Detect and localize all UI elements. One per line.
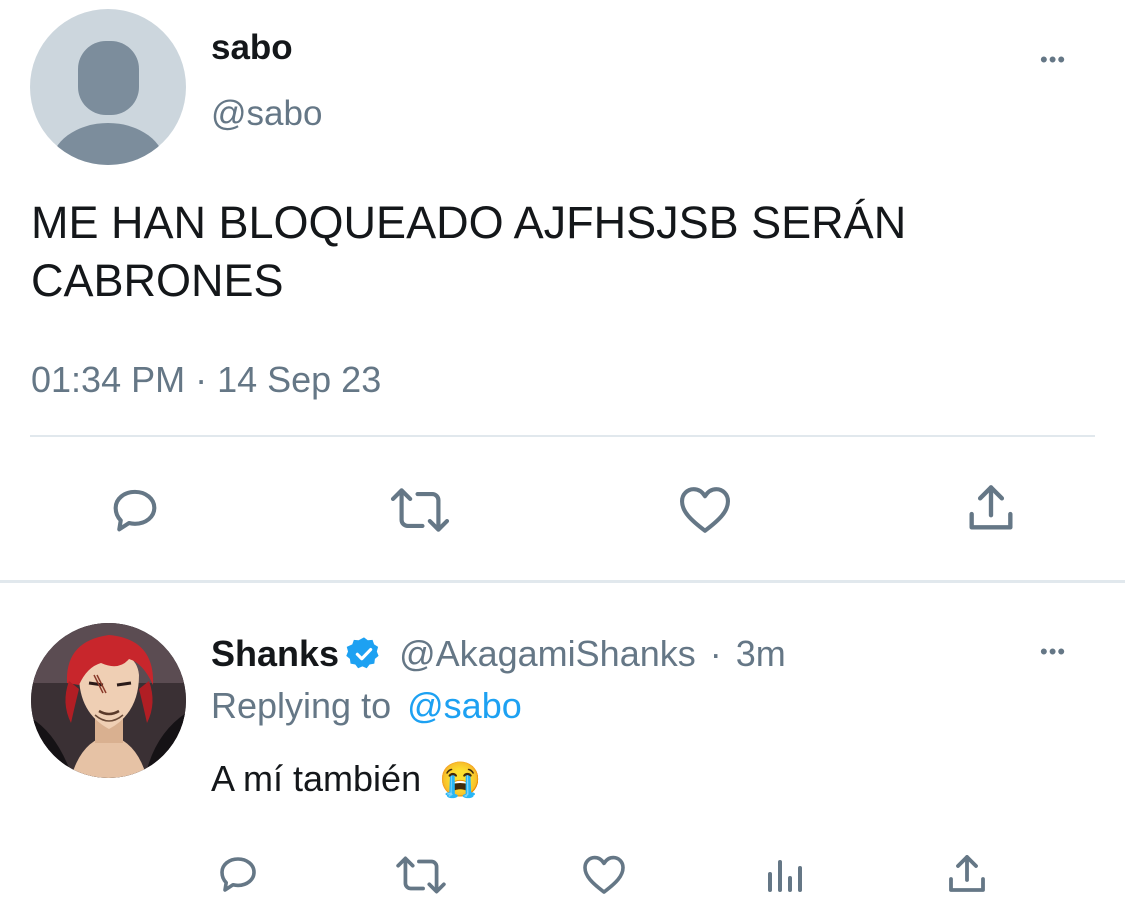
avatar[interactable] (31, 623, 186, 778)
divider (30, 435, 1095, 437)
section-divider (0, 580, 1125, 583)
display-name[interactable]: sabo (211, 28, 293, 68)
display-name[interactable]: Shanks (211, 633, 339, 675)
more-options-icon[interactable]: ••• (1040, 641, 1066, 663)
reply-text: A mí también (211, 758, 422, 799)
reply-header: Shanks @AkagamiShanks · 3m (211, 633, 786, 675)
replying-prefix: Replying to (211, 685, 392, 726)
separator: · (709, 633, 722, 674)
reply-icon[interactable] (214, 850, 262, 898)
user-handle[interactable]: @AkagamiShanks (399, 633, 696, 675)
analytics-icon[interactable] (764, 854, 808, 894)
share-icon[interactable] (943, 850, 991, 898)
tweet-age[interactable]: 3m (736, 633, 786, 675)
replying-to: Replying to @sabo (211, 685, 522, 727)
shanks-portrait-icon (31, 623, 186, 778)
more-options-icon[interactable]: ••• (1040, 49, 1066, 71)
avatar[interactable] (30, 9, 186, 165)
like-icon[interactable] (580, 851, 628, 897)
like-icon[interactable] (676, 481, 734, 537)
retweet-icon[interactable] (394, 852, 448, 898)
crying-emoji-icon: 😭 (439, 761, 482, 799)
replying-to-link[interactable]: @sabo (407, 685, 522, 726)
retweet-icon[interactable] (388, 483, 452, 537)
tweet-text: ME HAN BLOQUEADO AJFHSJSB SERÁN CABRONES (31, 197, 907, 306)
default-avatar-icon (51, 41, 165, 165)
reply-icon[interactable] (106, 481, 164, 539)
verified-badge-icon (345, 635, 383, 673)
share-icon[interactable] (962, 479, 1020, 537)
tweet-timestamp[interactable]: 01:34 PM · 14 Sep 23 (31, 359, 381, 401)
user-handle[interactable]: @sabo (211, 94, 322, 134)
tweet-text: A mí también 😭 (211, 758, 481, 800)
